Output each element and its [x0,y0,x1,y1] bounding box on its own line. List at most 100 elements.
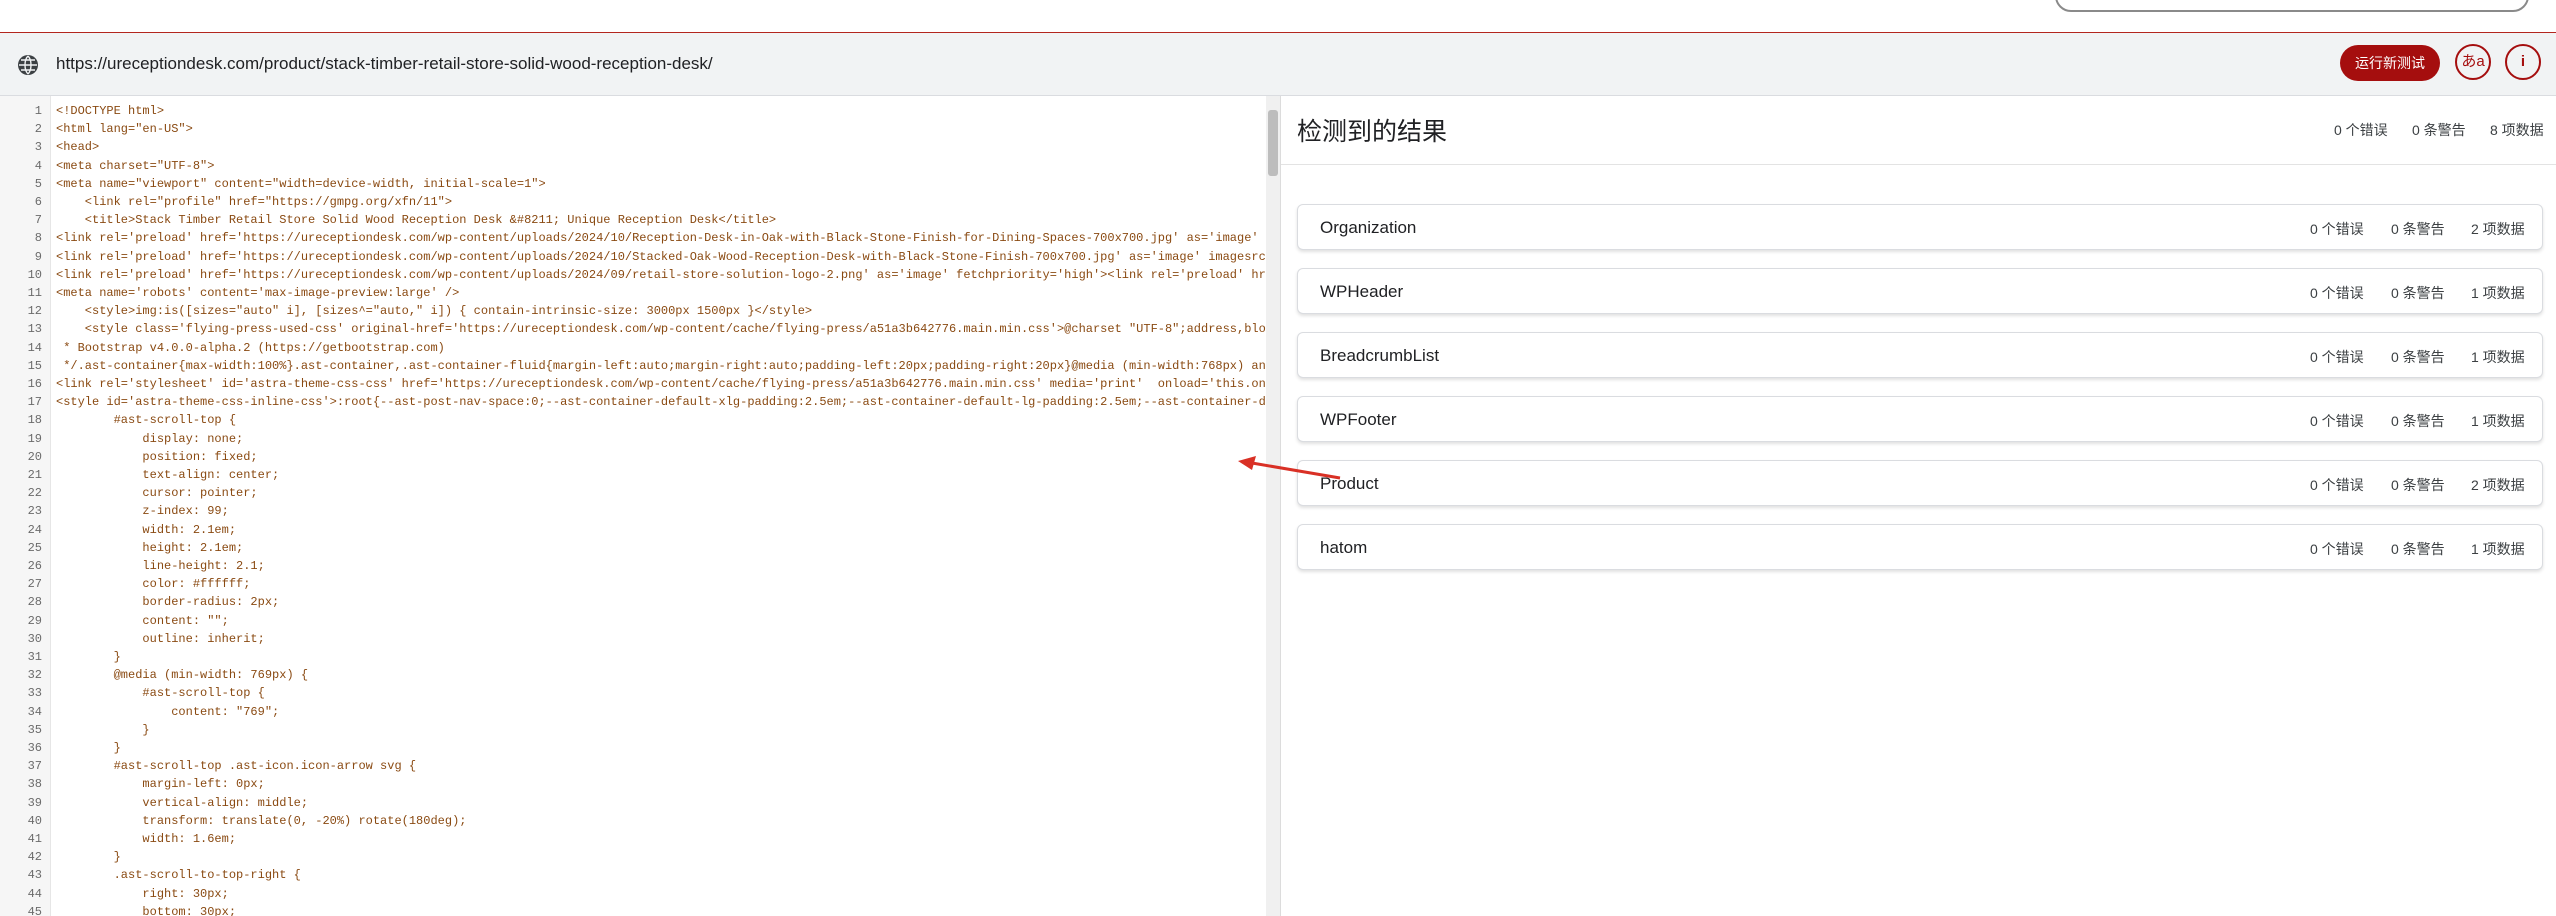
card-items: 2 项数据 [2471,221,2525,237]
line-number: 3 [34,140,42,155]
card-warnings: 0 条警告 [2391,221,2445,237]
card-errors: 0 个错误 [2310,221,2364,237]
result-card-wpheader[interactable]: WPHeader 0 个错误 0 条警告 1 项数据 [1297,268,2543,314]
summary-warnings: 0 条警告 [2412,122,2466,138]
card-warnings: 0 条警告 [2391,413,2445,429]
line-number: 29 [27,613,42,628]
result-type-name: WPFooter [1320,410,1397,429]
code-text: text-align: center; [56,468,280,482]
code-text: border-radius: 2px; [56,595,280,610]
code-text: <meta name='robots' content='max-image-p… [56,286,460,300]
globe-icon [18,55,38,75]
card-warnings: 0 条警告 [2391,477,2445,493]
search-pill[interactable] [2055,0,2529,12]
result-card-breadcrumblist[interactable]: BreadcrumbList 0 个错误 0 条警告 1 项数据 [1297,332,2543,378]
card-errors: 0 个错误 [2310,413,2364,429]
info-icon[interactable]: i [2505,44,2541,80]
line-number: 43 [27,868,42,883]
card-items: 1 项数据 [2471,541,2525,557]
code-text: right: 30px; [56,886,229,901]
line-number: 45 [27,904,42,916]
line-number: 31 [27,650,42,664]
line-number: 37 [27,759,42,774]
code-text: <style class='flying-press-used-css' ori… [56,322,1280,337]
card-items: 2 项数据 [2471,477,2525,493]
line-number: 7 [34,213,42,228]
code-text: display: none; [56,431,244,446]
line-number: 13 [27,322,42,337]
code-text: } [56,650,121,664]
line-number: 24 [27,522,42,537]
language-icon[interactable]: あa [2455,44,2491,80]
line-number: 6 [34,195,42,209]
line-number: 8 [34,231,42,246]
line-number: 41 [27,832,42,846]
code-text: * Bootstrap v4.0.0-alpha.2 (https://getb… [56,340,445,355]
code-text: } [56,850,121,865]
card-items: 1 项数据 [2471,413,2525,429]
result-card-hatom[interactable]: hatom 0 个错误 0 条警告 1 项数据 [1297,524,2543,570]
line-number: 2 [34,122,42,137]
code-text: <link rel='stylesheet' id='astra-theme-c… [56,377,1280,391]
line-number: 4 [34,158,42,173]
code-text: vertical-align: middle; [56,795,309,810]
line-number: 38 [27,777,42,792]
line-number: 30 [27,631,42,646]
card-warnings: 0 条警告 [2391,541,2445,557]
line-number: 27 [27,577,42,592]
result-card-product[interactable]: Product 0 个错误 0 条警告 2 项数据 [1297,460,2543,506]
code-pane[interactable]: 1 <!DOCTYPE html> 2 <html lang="en-US"> 3 <he… [0,96,1280,916]
line-number: 16 [27,377,42,391]
code-text: content: "769"; [56,704,280,719]
results-title: 检测到的结果 [1297,118,1448,146]
card-items: 1 项数据 [2471,285,2525,301]
code-text: .ast-scroll-to-top-right { [56,868,301,883]
result-card-organization[interactable]: Organization 0 个错误 0 条警告 2 项数据 [1297,204,2543,250]
code-text: z-index: 99; [56,504,229,519]
result-type-name: Product [1320,474,1379,493]
code-text: <title>Stack Timber Retail Store Solid W… [56,213,777,228]
line-number: 26 [27,559,42,573]
code-scrollbar-thumb[interactable] [1268,110,1278,176]
code-text: <link rel="profile" href="https://gmpg.o… [56,195,453,209]
line-number: 39 [27,795,42,810]
code-text: */.ast-container{max-width:100%}.ast-con… [56,358,1280,373]
line-number: 40 [27,813,42,828]
code-text: margin-left: 0px; [56,777,265,792]
code-text: <!DOCTYPE html> [56,104,165,118]
line-number: 20 [27,449,42,464]
code-text: <style>img:is([sizes="auto" i], [sizes^=… [56,304,813,319]
line-number: 21 [27,468,42,482]
line-number: 36 [27,741,42,755]
result-type-name: WPHeader [1320,282,1404,301]
code-text: <link rel='preload' href='https://urecep… [56,231,1280,246]
code-text: } [56,722,150,737]
card-errors: 0 个错误 [2310,477,2364,493]
line-number: 23 [27,504,42,519]
code-text: #ast-scroll-top .ast-icon.icon-arrow svg… [56,759,417,774]
code-text: #ast-scroll-top { [56,413,237,428]
line-number: 42 [27,850,42,865]
card-errors: 0 个错误 [2310,349,2364,365]
code-text: height: 2.1em; [56,540,244,555]
run-new-test-button[interactable]: 运行新测试 [2340,45,2440,81]
code-scrollbar-track[interactable] [1266,96,1280,916]
line-number: 12 [27,304,42,319]
line-number: 35 [27,722,42,737]
code-text: <html lang="en-US"> [56,122,193,137]
result-type-name: BreadcrumbList [1320,346,1440,365]
line-number: 44 [27,886,42,901]
code-text: } [56,741,121,755]
code-text: width: 2.1em; [56,522,237,537]
line-number: 5 [34,176,42,191]
line-number: 33 [27,686,42,701]
code-text: <link rel='preload' href='https://urecep… [56,267,1280,282]
line-number: 1 [34,104,42,118]
url-text[interactable]: https://ureceptiondesk.com/product/stack… [56,54,713,74]
line-number: 28 [27,595,42,610]
result-card-wpfooter[interactable]: WPFooter 0 个错误 0 条警告 1 项数据 [1297,396,2543,442]
top-strip [0,0,2556,33]
summary-items: 8 项数据 [2490,122,2544,138]
summary-errors: 0 个错误 [2334,122,2388,138]
code-text: <link rel='preload' href='https://urecep… [56,249,1280,264]
